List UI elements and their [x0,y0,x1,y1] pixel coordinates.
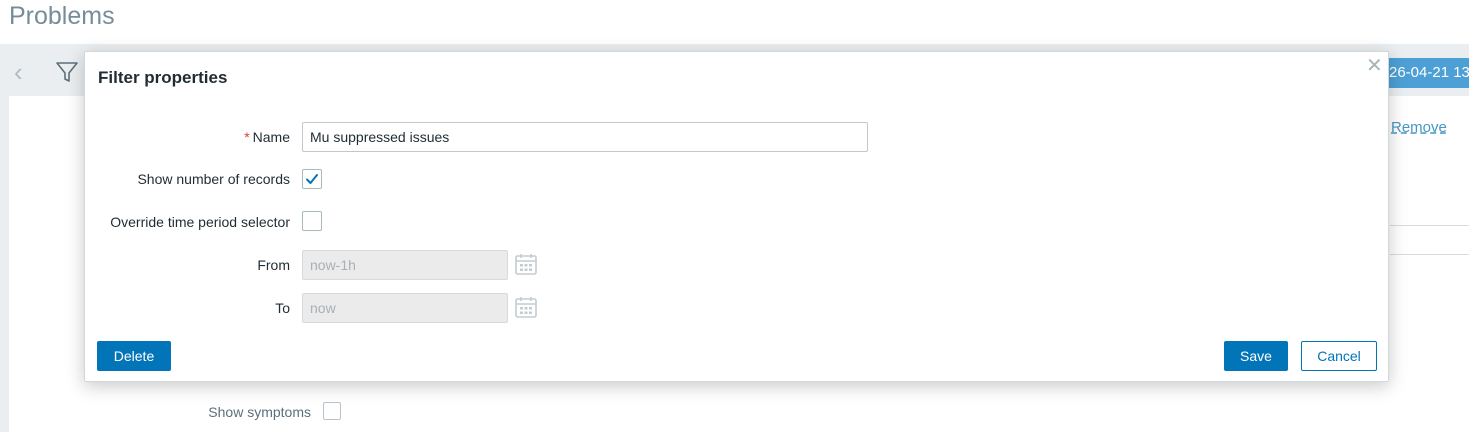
show-symptoms-checkbox[interactable] [323,402,341,420]
delete-button[interactable]: Delete [97,341,171,371]
filter-icon[interactable] [55,60,79,84]
from-label: From [257,257,290,273]
show-symptoms-label: Show symptoms [208,404,311,420]
page-header: Problems [0,0,1469,44]
name-label: * Name [85,129,290,145]
remove-link[interactable]: Remove [1391,119,1447,136]
from-input[interactable] [302,250,508,280]
override-checkbox[interactable] [302,211,322,231]
divider [1390,254,1469,255]
dialog-title: Filter properties [98,68,228,87]
required-marker: * [244,129,250,145]
override-label: Override time period selector [110,214,290,230]
chevron-left-icon[interactable]: ‹ [14,58,34,86]
to-label: To [275,300,290,316]
to-input[interactable] [302,293,508,323]
name-label-text: Name [252,129,290,145]
filter-properties-dialog: Filter properties ✕ *Name Show number of… [84,51,1389,382]
divider [1390,225,1469,226]
name-input[interactable] [302,122,868,152]
close-icon[interactable]: ✕ [1366,56,1383,76]
cancel-button[interactable]: Cancel [1301,341,1377,371]
time-period-tab[interactable]: 26-04-21 13 [1385,58,1469,88]
page-title: Problems [9,2,115,30]
checkmark-icon [306,174,318,184]
show-records-label: Show number of records [137,171,290,187]
calendar-icon[interactable] [514,252,538,276]
show-records-checkbox[interactable] [302,169,322,189]
calendar-icon[interactable] [514,295,538,319]
save-button[interactable]: Save [1224,341,1288,371]
